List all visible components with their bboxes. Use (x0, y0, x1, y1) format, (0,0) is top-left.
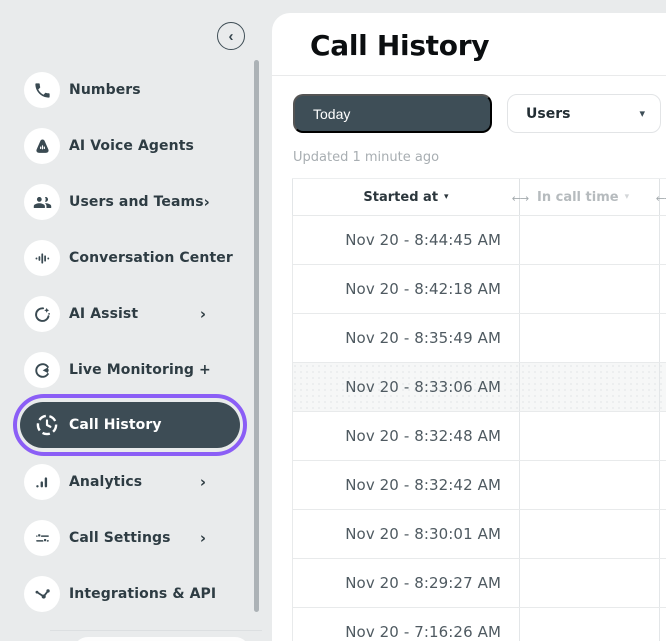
sidebar-item-analytics[interactable]: Analytics › (0, 454, 254, 510)
cell-started-at[interactable]: Nov 20 - 8:32:42 AM (292, 461, 520, 509)
users-icon (24, 184, 60, 220)
cell-started-at[interactable]: Nov 20 - 8:42:18 AM (292, 265, 520, 313)
sidebar-scrollbar[interactable] (254, 60, 259, 612)
table-row[interactable]: Nov 20 - 8:29:27 AM (292, 559, 666, 608)
sidebar-item-conversation-center[interactable]: Conversation Center (0, 230, 254, 286)
sidebar-item-label: Call Settings (69, 530, 171, 546)
analytics-icon (24, 464, 60, 500)
title-divider (272, 75, 666, 76)
date-filter-label: Today (313, 105, 351, 122)
page-title: Call History (310, 29, 490, 62)
caret-down-icon: ▾ (639, 107, 645, 120)
chevron-right-icon: › (199, 304, 206, 323)
sidebar-item-label: Numbers (69, 82, 141, 98)
sidebar-item-label: Call History (69, 417, 162, 433)
ai-voice-agents-icon (24, 128, 60, 164)
cell-started-at[interactable]: Nov 20 - 8:30:01 AM (292, 510, 520, 558)
integrations-icon (24, 576, 60, 612)
cell-started-at[interactable]: Nov 20 - 8:29:27 AM (292, 559, 520, 607)
sidebar-item-call-settings[interactable]: Call Settings › (0, 510, 254, 566)
chevron-right-icon: › (203, 192, 210, 211)
updated-status: Updated 1 minute ago (293, 150, 440, 165)
sidebar-nav: Numbers AI Voice Agents Users and Teams … (0, 62, 254, 622)
ai-assist-icon (24, 296, 60, 332)
sidebar: ‹ Numbers AI Voice Agents Users and Team… (0, 0, 272, 641)
sidebar-item-label: Live Monitoring + (69, 362, 211, 378)
sidebar-item-label: AI Voice Agents (69, 138, 194, 154)
cell-started-at[interactable]: Nov 20 - 8:35:49 AM (292, 314, 520, 362)
phone-icon (24, 72, 60, 108)
live-monitoring-icon (24, 352, 60, 388)
sidebar-item-call-history-active[interactable]: Call History (20, 402, 240, 448)
column-resize-handle-icon[interactable]: ←→ (500, 179, 540, 217)
sidebar-item-label: Integrations & API (69, 586, 217, 602)
users-filter-select[interactable]: Users ▾ (507, 94, 661, 133)
date-filter-button[interactable]: Today (293, 94, 492, 133)
column-header-started-at[interactable]: Started at ▾ (292, 179, 520, 215)
chevron-right-icon: › (199, 472, 206, 491)
sidebar-bottom-divider (50, 630, 262, 631)
cell-in-call-time[interactable] (520, 461, 660, 509)
cell-in-call-time[interactable] (520, 510, 660, 558)
cell-started-at[interactable]: Nov 20 - 7:16:26 AM (292, 608, 520, 641)
sidebar-item-label: Conversation Center (69, 250, 233, 266)
cell-in-call-time[interactable] (520, 412, 660, 460)
column-header-in-call-time[interactable]: In call time ▾ (520, 179, 660, 215)
cell-in-call-time[interactable] (520, 314, 660, 362)
table-row[interactable]: Nov 20 - 7:16:26 AM (292, 608, 666, 641)
table-row[interactable]: Nov 20 - 8:35:49 AM (292, 314, 666, 363)
main-content: Call History Today Users ▾ Updated 1 min… (272, 13, 666, 641)
cell-in-call-time[interactable] (520, 363, 660, 411)
users-filter-label: Users (526, 105, 571, 122)
sidebar-item-label: Users and Teams (69, 194, 204, 210)
sidebar-item-label: AI Assist (69, 306, 139, 322)
sort-caret-icon: ▾ (624, 192, 630, 202)
sidebar-collapse-button[interactable]: ‹ (217, 22, 245, 50)
column-label: In call time (537, 189, 619, 205)
call-history-icon (34, 412, 60, 438)
sort-caret-icon: ▾ (444, 192, 449, 202)
cell-in-call-time[interactable] (520, 265, 660, 313)
sidebar-item-live-monitoring[interactable]: Live Monitoring + (0, 342, 254, 398)
column-resize-handle-icon[interactable]: ←→ (644, 179, 666, 217)
column-label: Started at (363, 189, 439, 205)
waveform-icon (24, 240, 60, 276)
call-history-table: Started at ▾ In call time ▾ ←→ ←→ Nov 20… (292, 178, 666, 641)
sidebar-bottom-pill[interactable] (73, 637, 250, 641)
table-row-highlighted[interactable]: Nov 20 - 8:33:06 AM (292, 363, 666, 412)
sidebar-item-integrations-api[interactable]: Integrations & API (0, 566, 254, 622)
table-row[interactable]: Nov 20 - 8:32:48 AM (292, 412, 666, 461)
cell-in-call-time[interactable] (520, 559, 660, 607)
cell-started-at[interactable]: Nov 20 - 8:32:48 AM (292, 412, 520, 460)
cell-in-call-time[interactable] (520, 216, 660, 264)
table-row[interactable]: Nov 20 - 8:42:18 AM (292, 265, 666, 314)
sidebar-item-numbers[interactable]: Numbers (0, 62, 254, 118)
cell-started-at[interactable]: Nov 20 - 8:44:45 AM (292, 216, 520, 264)
sidebar-item-users-and-teams[interactable]: Users and Teams › (0, 174, 254, 230)
call-settings-icon (24, 520, 60, 556)
table-row[interactable]: Nov 20 - 8:44:45 AM (292, 216, 666, 265)
chevron-left-icon: ‹ (228, 27, 234, 45)
cell-started-at[interactable]: Nov 20 - 8:33:06 AM (292, 363, 520, 411)
sidebar-item-label: Analytics (69, 474, 143, 490)
cell-in-call-time[interactable] (520, 608, 660, 641)
table-row[interactable]: Nov 20 - 8:32:42 AM (292, 461, 666, 510)
chevron-right-icon: › (199, 528, 206, 547)
table-header: Started at ▾ In call time ▾ ←→ ←→ (292, 178, 666, 216)
sidebar-item-call-history: Call History (0, 394, 254, 456)
sidebar-item-ai-assist[interactable]: AI Assist › (0, 286, 254, 342)
sidebar-item-ai-voice-agents[interactable]: AI Voice Agents (0, 118, 254, 174)
table-row[interactable]: Nov 20 - 8:30:01 AM (292, 510, 666, 559)
